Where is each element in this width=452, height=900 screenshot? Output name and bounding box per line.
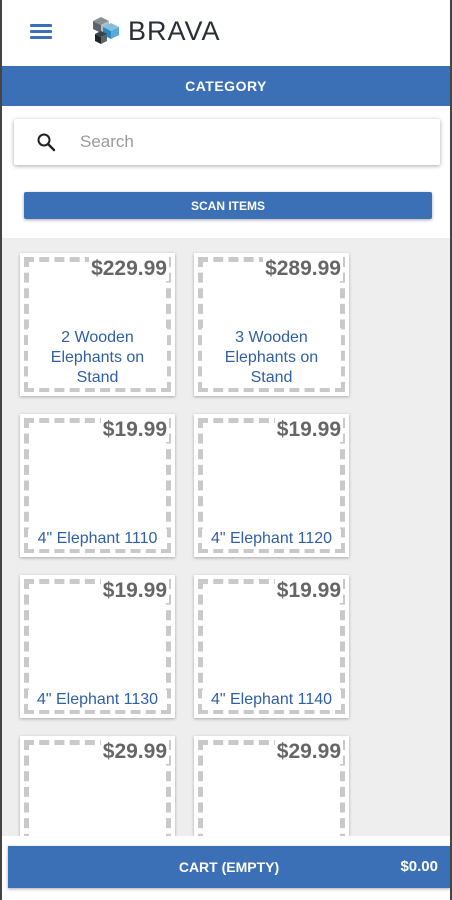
product-card[interactable]: $19.99 4" Elephant 1120: [194, 414, 349, 557]
cart-label: CART (EMPTY): [178, 859, 280, 875]
product-price: $19.99: [100, 418, 169, 442]
cart-button[interactable]: CART (EMPTY) $0.00: [8, 846, 450, 888]
category-button[interactable]: CATEGORY: [2, 66, 450, 106]
brava-cube-logo-icon: [93, 17, 119, 44]
cart-footer: CART (EMPTY) $0.00: [2, 836, 450, 900]
product-card[interactable]: $19.99 4" Elephant 1130: [20, 575, 175, 718]
search-input[interactable]: [80, 132, 400, 152]
product-price: $19.99: [100, 579, 169, 603]
product-price: $19.99: [274, 418, 343, 442]
product-name: 2 Wooden Elephants on Stand: [28, 328, 167, 388]
product-card[interactable]: $229.99 2 Wooden Elephants on Stand: [20, 253, 175, 396]
product-name: 4" Elephant 1140: [202, 690, 341, 710]
product-price: $19.99: [274, 579, 343, 603]
product-grid: $229.99 2 Wooden Elephants on Stand $289…: [2, 238, 450, 879]
product-name: 4" Elephant 1120: [202, 529, 341, 549]
cart-total: $0.00: [400, 858, 438, 875]
brand-name: BRAVA: [128, 15, 221, 46]
search-bar[interactable]: [14, 119, 440, 165]
product-card[interactable]: $19.99 4" Elephant 1110: [20, 414, 175, 557]
app-frame: BRAVA CATEGORY SCAN ITEMS $229.99 2 Wood…: [0, 0, 452, 900]
search-section: SCAN ITEMS: [2, 106, 450, 238]
scan-items-button[interactable]: SCAN ITEMS: [24, 192, 432, 219]
brand-logo: BRAVA: [90, 14, 221, 48]
product-card[interactable]: $19.99 4" Elephant 1140: [194, 575, 349, 718]
product-price: $289.99: [263, 257, 343, 281]
top-app-bar: BRAVA: [2, 0, 450, 66]
product-price: $29.99: [100, 740, 169, 764]
product-name: 3 Wooden Elephants on Stand: [202, 328, 341, 388]
search-icon: [36, 132, 56, 152]
hamburger-menu-icon[interactable]: [28, 22, 54, 42]
product-price: $29.99: [274, 740, 343, 764]
product-card[interactable]: $289.99 3 Wooden Elephants on Stand: [194, 253, 349, 396]
product-price: $229.99: [89, 257, 169, 281]
product-name: 4" Elephant 1110: [28, 529, 167, 549]
product-name: 4" Elephant 1130: [28, 690, 167, 710]
